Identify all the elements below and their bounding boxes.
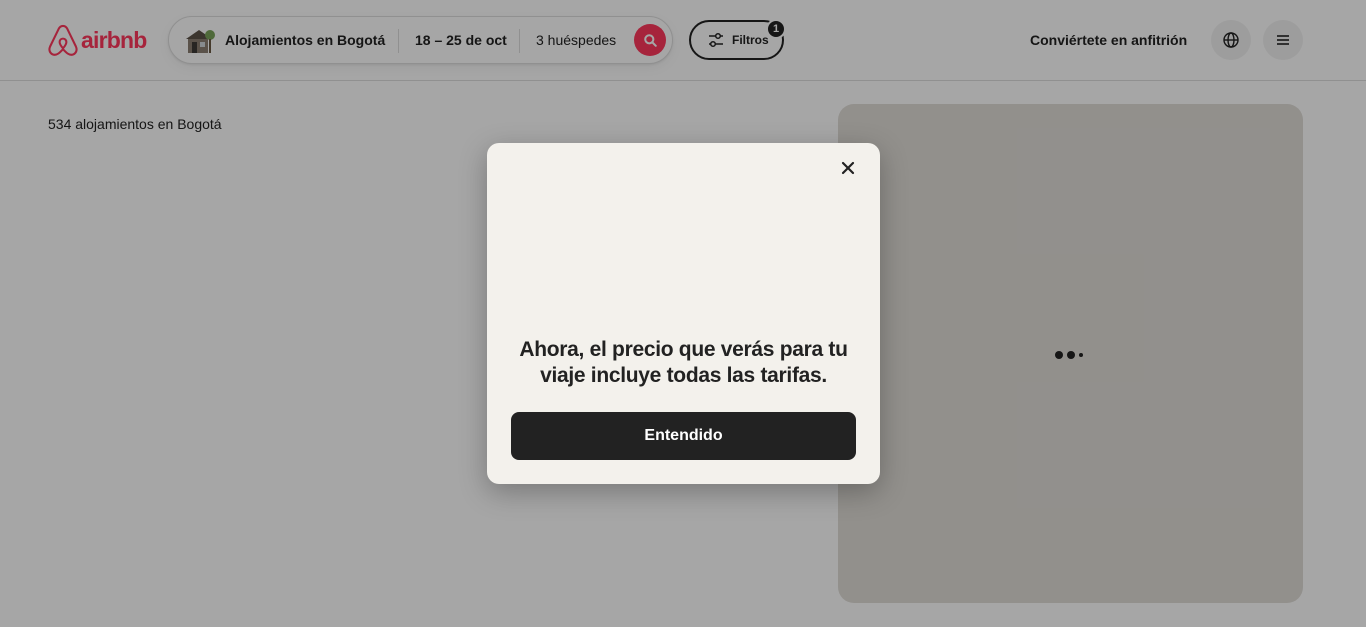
close-button[interactable] [833, 153, 863, 183]
price-info-modal: Ahora, el precio que verás para tu viaje… [487, 143, 880, 484]
close-icon [841, 161, 855, 175]
modal-heading: Ahora, el precio que verás para tu viaje… [519, 338, 848, 387]
confirm-button[interactable]: Entendido [511, 412, 856, 460]
